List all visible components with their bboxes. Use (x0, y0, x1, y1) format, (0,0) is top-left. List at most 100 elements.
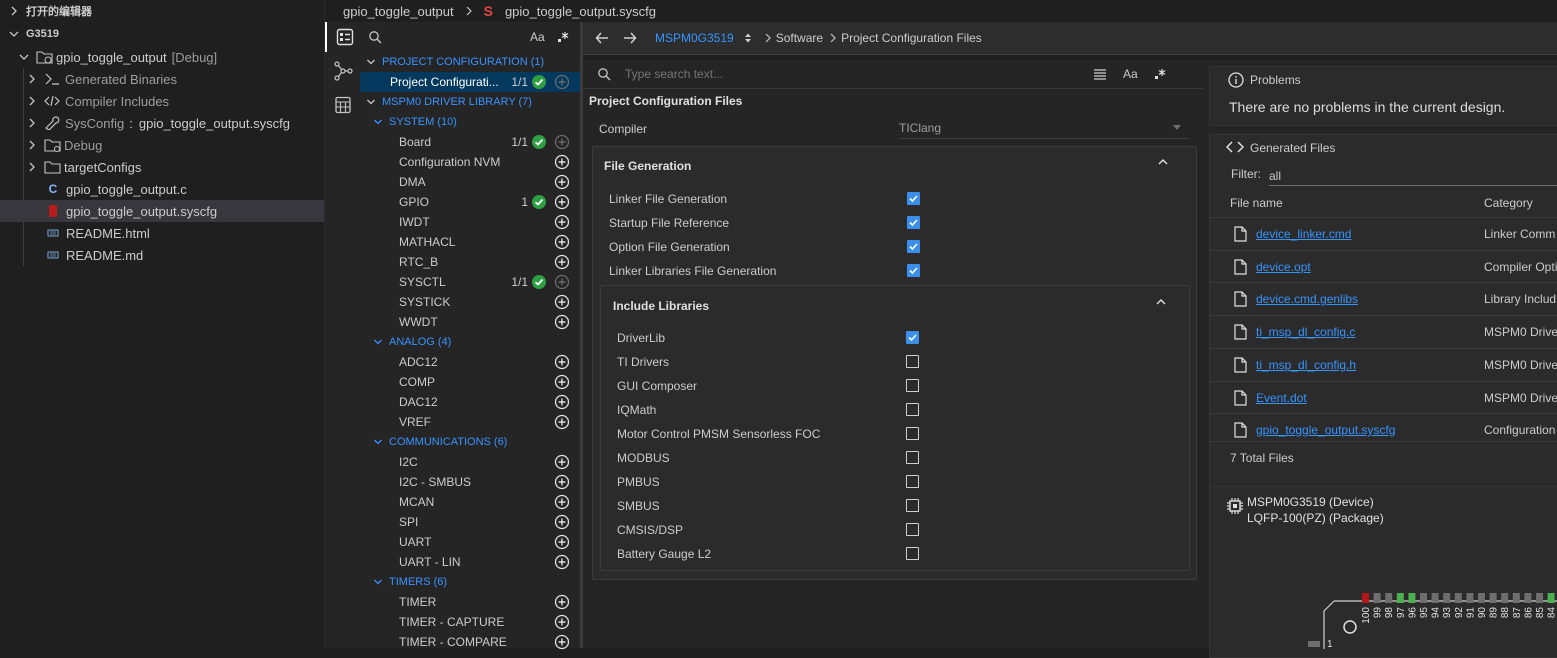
option-checkbox[interactable] (906, 499, 919, 512)
package-pin[interactable] (1454, 593, 1462, 603)
add-module-icon[interactable] (554, 194, 570, 210)
package-pin[interactable] (1547, 593, 1555, 603)
project-row[interactable]: gpio_toggle_output [Debug] (0, 46, 324, 68)
option-checkbox[interactable] (907, 240, 920, 253)
option-checkbox[interactable] (906, 331, 919, 344)
add-module-icon[interactable] (554, 614, 570, 630)
calculator-view-button[interactable] (325, 90, 360, 120)
file-link[interactable]: device.opt (1256, 260, 1311, 274)
category-timers[interactable]: TIMERS (6) (360, 572, 580, 592)
option-checkbox[interactable] (907, 192, 920, 205)
regex-icon[interactable] (1154, 68, 1166, 80)
add-module-icon[interactable] (554, 374, 570, 390)
column-header-name[interactable]: File name (1230, 196, 1283, 210)
package-pin[interactable] (1478, 593, 1485, 603)
option-checkbox[interactable] (906, 451, 919, 464)
module-project-configuration[interactable]: Project Configurati... 1/1 (360, 72, 580, 92)
file-link[interactable]: ti_msp_dl_config.c (1256, 325, 1355, 339)
option-checkbox[interactable] (906, 523, 919, 536)
driver-library-header[interactable]: MSPM0 DRIVER LIBRARY (7) (360, 92, 580, 112)
file-row[interactable]: ti_msp_dl_config.h MSPM0 Drive (1210, 347, 1557, 381)
add-module-icon[interactable] (554, 214, 570, 230)
module-spi[interactable]: SPI (360, 512, 580, 532)
device-package-view[interactable]: 100 99 98 97 96 95 94 93 92 91 90 89 88 87 86 85 841 (1300, 583, 1557, 649)
file-link[interactable]: ti_msp_dl_config.h (1256, 358, 1356, 372)
package-pin[interactable] (1443, 593, 1451, 603)
device-updown-icon[interactable] (744, 32, 752, 44)
file-link[interactable]: device_linker.cmd (1256, 227, 1351, 241)
package-pin[interactable] (1501, 593, 1509, 603)
breadcrumb-folder[interactable]: gpio_toggle_output (343, 4, 454, 19)
column-header-category[interactable]: Category (1484, 196, 1533, 210)
option-checkbox[interactable] (906, 355, 919, 368)
module-adc12[interactable]: ADC12 (360, 352, 580, 372)
module-timer-capture[interactable]: TIMER - CAPTURE (360, 612, 580, 632)
project-config-header[interactable]: PROJECT CONFIGURATION (1) (360, 52, 580, 72)
category-analog[interactable]: ANALOG (4) (360, 332, 580, 352)
nav-crumb-software[interactable]: Software (776, 31, 823, 45)
file-row[interactable]: ti_msp_dl_config.c MSPM0 Drive (1210, 315, 1557, 348)
package-pin[interactable] (1489, 593, 1497, 603)
module-comp[interactable]: COMP (360, 372, 580, 392)
package-pin[interactable] (1373, 593, 1381, 603)
tree-item-syscfg-file[interactable]: gpio_toggle_output.syscfg (0, 200, 324, 222)
compiler-select[interactable]: TIClang (899, 118, 1189, 139)
add-module-icon[interactable] (554, 414, 570, 430)
file-row[interactable]: Event.dot MSPM0 Drive (1210, 380, 1557, 414)
add-module-icon[interactable] (554, 554, 570, 570)
file-link[interactable]: device.cmd.genlibs (1256, 292, 1358, 306)
package-pin[interactable] (1536, 593, 1543, 603)
module-dac12[interactable]: DAC12 (360, 392, 580, 412)
tree-item-c-file[interactable]: C gpio_toggle_output.c (0, 178, 324, 200)
package-pin[interactable] (1308, 641, 1320, 647)
module-timer[interactable]: TIMER (360, 592, 580, 612)
forward-arrow-icon[interactable] (623, 31, 637, 45)
module-search-bar[interactable]: Aa (360, 22, 580, 52)
open-editors-header[interactable]: 打开的编辑器 (0, 0, 324, 22)
add-module-icon[interactable] (554, 354, 570, 370)
module-dma[interactable]: DMA (360, 172, 580, 192)
add-module-icon[interactable] (554, 474, 570, 490)
tree-item-generated-binaries[interactable]: Generated Binaries (0, 68, 324, 90)
add-module-icon[interactable] (554, 534, 570, 550)
tree-item-readme-md[interactable]: README.md (0, 244, 324, 266)
module-configuration-nvm[interactable]: Configuration NVM (360, 152, 580, 172)
add-module-icon[interactable] (554, 394, 570, 410)
tree-item-compiler-includes[interactable]: Compiler Includes (0, 90, 324, 112)
package-pin[interactable] (1524, 593, 1532, 603)
module-board[interactable]: Board 1/1 (360, 132, 580, 152)
package-pin[interactable] (1466, 593, 1474, 603)
package-pin[interactable] (1431, 593, 1439, 603)
regex-icon[interactable] (557, 31, 569, 43)
add-module-icon[interactable] (554, 514, 570, 530)
list-filter-icon[interactable] (1093, 68, 1107, 80)
option-checkbox[interactable] (906, 403, 919, 416)
option-checkbox[interactable] (907, 264, 920, 277)
add-module-icon[interactable] (554, 294, 570, 310)
option-checkbox[interactable] (906, 547, 919, 560)
module-gpio[interactable]: GPIO 1 (360, 192, 580, 212)
module-wwdt[interactable]: WWDT (360, 312, 580, 332)
add-module-icon[interactable] (554, 314, 570, 330)
device-selector[interactable]: MSPM0G3519 (655, 31, 734, 45)
diagram-view-button[interactable] (325, 56, 360, 86)
module-mcan[interactable]: MCAN (360, 492, 580, 512)
breadcrumb-file[interactable]: gpio_toggle_output.syscfg (505, 4, 656, 19)
package-pin[interactable] (1385, 593, 1393, 603)
option-checkbox[interactable] (906, 427, 919, 440)
back-arrow-icon[interactable] (595, 31, 609, 45)
package-pin[interactable] (1408, 593, 1416, 603)
collapse-chevron-icon[interactable] (1157, 157, 1169, 167)
tree-item-debug[interactable]: Debug (0, 134, 324, 156)
module-vref[interactable]: VREF (360, 412, 580, 432)
collapse-chevron-icon[interactable] (1155, 297, 1167, 307)
match-case-button[interactable]: Aa (530, 30, 545, 44)
add-module-icon[interactable] (554, 74, 570, 90)
add-module-icon[interactable] (554, 254, 570, 270)
filter-input[interactable]: all (1269, 165, 1557, 186)
package-pin[interactable] (1362, 593, 1369, 603)
package-pin[interactable] (1512, 593, 1520, 603)
add-module-icon[interactable] (554, 134, 570, 150)
option-checkbox[interactable] (906, 475, 919, 488)
package-pin[interactable] (1396, 593, 1404, 603)
